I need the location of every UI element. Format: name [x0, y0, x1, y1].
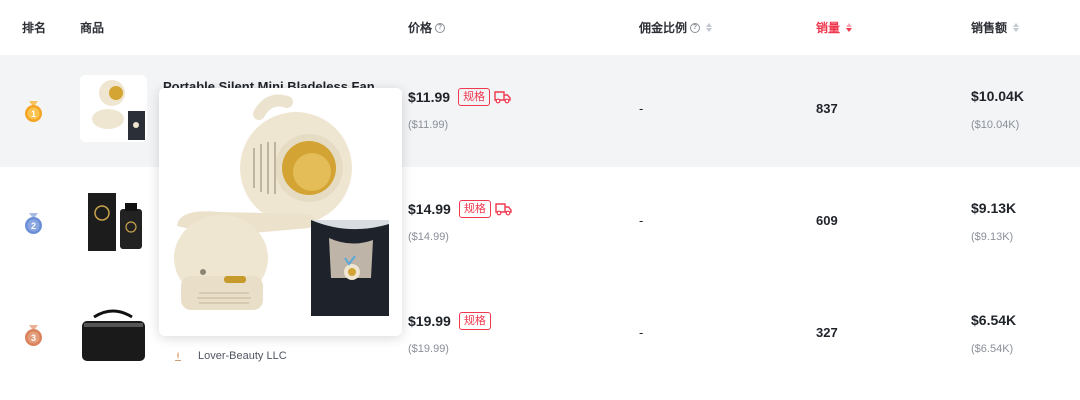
rank-medal-gold-icon: 1 — [25, 101, 42, 122]
svg-text:2: 2 — [31, 221, 36, 231]
delivery-truck-icon — [495, 203, 512, 216]
rank-medal-bronze-icon: 3 — [25, 325, 42, 346]
price: $19.99 规格 — [408, 312, 491, 330]
sort-caret-icon[interactable] — [846, 23, 853, 32]
svg-text:1: 1 — [31, 109, 36, 119]
help-icon[interactable]: ? — [690, 22, 701, 33]
spec-button[interactable]: 规格 — [458, 312, 491, 330]
sort-caret-icon[interactable] — [706, 23, 713, 32]
spec-button[interactable]: 规格 — [458, 200, 491, 218]
revenue-original: ($6.54K) — [971, 343, 1014, 355]
revenue: $10.04K — [971, 88, 1024, 104]
revenue-original: ($9.13K) — [971, 231, 1014, 243]
table-header: 排名 商品 价格 ? 佣金比例 ? 销量 销售额 — [0, 0, 1080, 55]
product-preview-image — [159, 88, 402, 336]
product-thumbnail[interactable] — [80, 187, 147, 254]
revenue: $6.54K — [971, 312, 1017, 328]
header-rank: 排名 — [22, 21, 47, 35]
shop-logo-icon — [175, 351, 181, 361]
sort-caret-icon[interactable] — [1013, 23, 1020, 32]
price: $11.99 规格 — [408, 88, 511, 106]
price-original: ($19.99) — [408, 343, 449, 355]
product-image-preview — [159, 88, 402, 336]
spec-button[interactable]: 规格 — [458, 88, 491, 106]
revenue-original: ($10.04K) — [971, 119, 1020, 131]
price: $14.99 规格 — [408, 200, 512, 218]
commission-rate: - — [639, 325, 644, 340]
product-thumbnail[interactable] — [80, 75, 147, 142]
commission-rate: - — [639, 213, 644, 228]
header-revenue[interactable]: 销售额 — [971, 19, 1020, 36]
sales-count: 327 — [816, 325, 838, 340]
commission-rate: - — [639, 101, 644, 116]
help-icon[interactable]: ? — [435, 22, 446, 33]
header-sales[interactable]: 销量 — [816, 19, 853, 36]
revenue: $9.13K — [971, 200, 1017, 216]
sales-count: 837 — [816, 101, 838, 116]
price-original: ($14.99) — [408, 231, 449, 243]
price-original: ($11.99) — [408, 119, 449, 131]
rank-medal-silver-icon: 2 — [25, 213, 42, 234]
shop-name[interactable]: Lover-Beauty LLC — [172, 350, 287, 362]
delivery-truck-icon — [494, 91, 511, 104]
header-commission[interactable]: 佣金比例 ? — [639, 19, 713, 36]
header-price: 价格 ? — [408, 19, 446, 36]
sales-count: 609 — [816, 213, 838, 228]
product-thumbnail[interactable] — [80, 299, 147, 366]
header-product: 商品 — [80, 21, 105, 35]
svg-text:3: 3 — [31, 333, 36, 343]
